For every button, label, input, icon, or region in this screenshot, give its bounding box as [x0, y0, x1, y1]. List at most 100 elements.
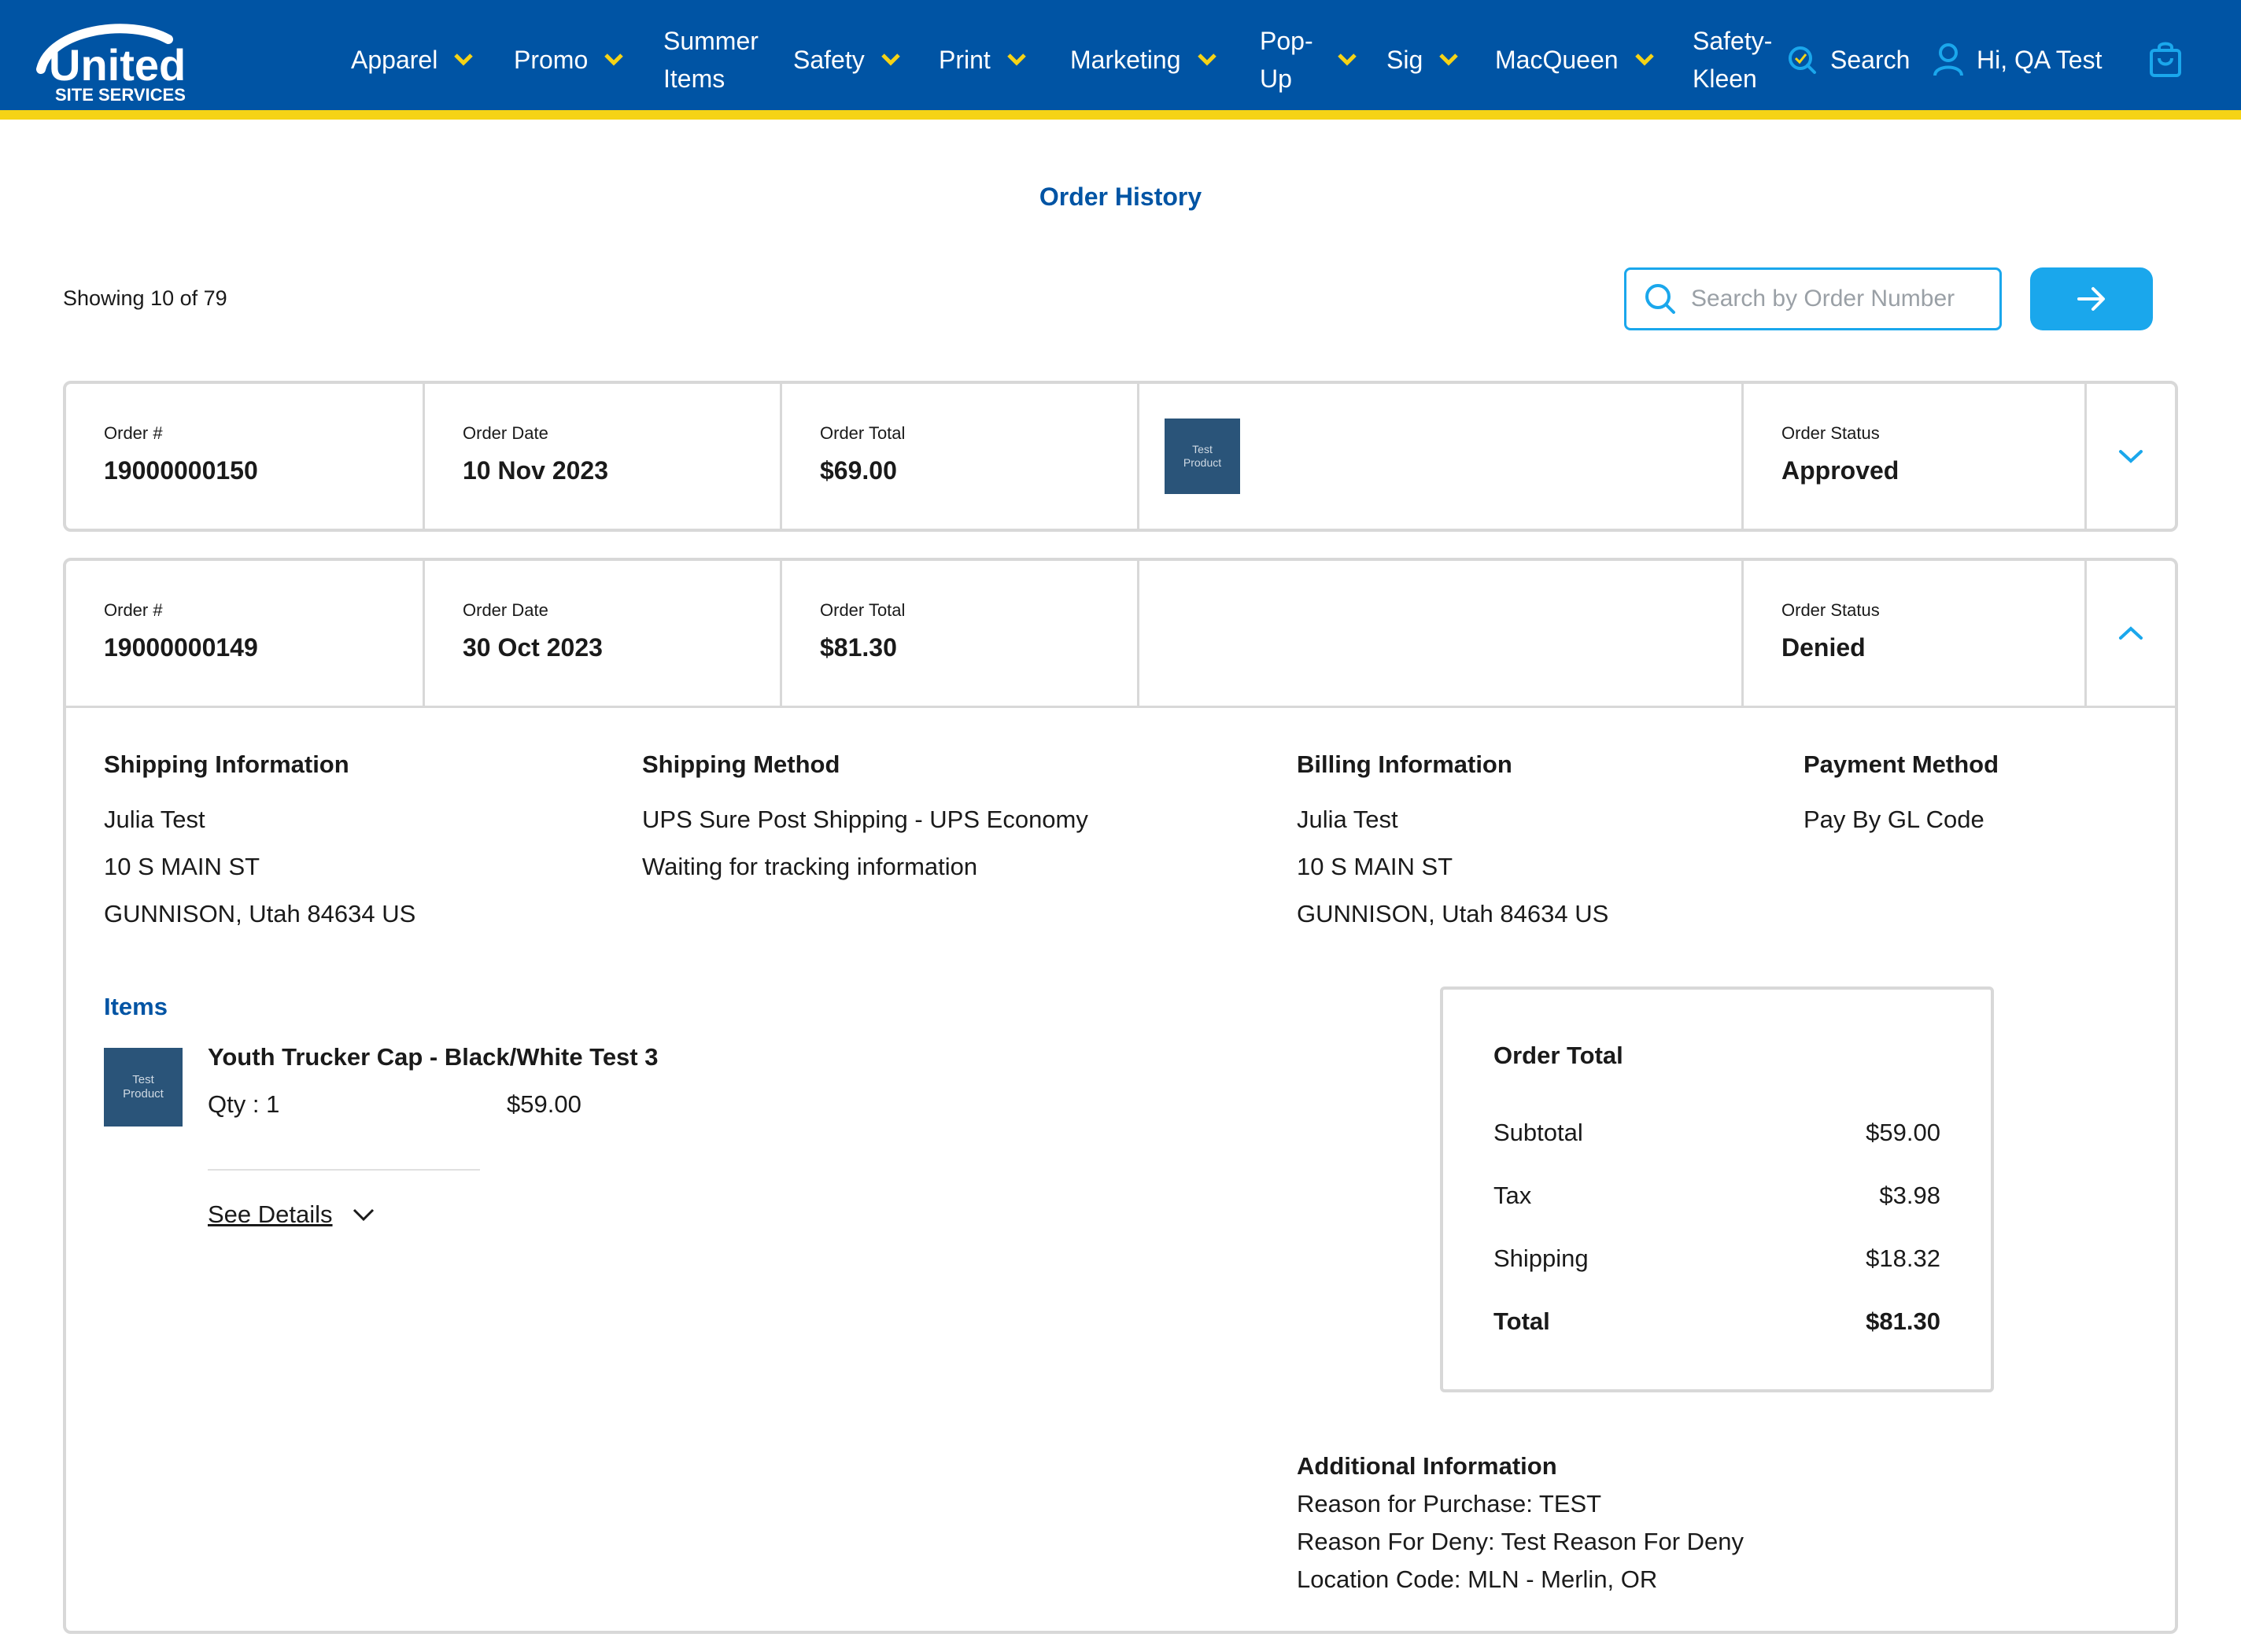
order-total-cell: Order Total $69.00: [782, 384, 1139, 529]
united-logo[interactable]: United SITE SERVICES: [35, 20, 216, 109]
order-total-summary: Order Total Subtotal $59.00 Tax $3.98 Sh…: [1440, 986, 1994, 1392]
billing-info-heading: Billing Information: [1297, 750, 1512, 778]
nav-item-safety-kleen[interactable]: Safety- Kleen: [1693, 0, 1772, 120]
thumb-text: Product: [123, 1087, 164, 1101]
location-code: Location Code: MLN - Merlin, OR: [1297, 1565, 1658, 1593]
logo-subtitle: SITE SERVICES: [55, 85, 186, 105]
order-number-cell: Order # 19000000150: [66, 384, 425, 529]
order-number-cell: Order # 19000000149: [66, 561, 425, 706]
order-status: Denied: [1781, 633, 1866, 662]
order-total-label: Order Total: [820, 423, 906, 443]
item-name[interactable]: Youth Trucker Cap - Black/White Test 3: [208, 1043, 658, 1071]
order-number-label: Order #: [104, 600, 163, 620]
collapse-order-button[interactable]: [2087, 561, 2175, 706]
order-total-label: Order Total: [820, 600, 906, 620]
order-status-cell: Order Status Approved: [1744, 384, 2087, 529]
order-card: Order # 19000000149 Order Date 30 Oct 20…: [63, 558, 2178, 1634]
order-number-label: Order #: [104, 423, 163, 443]
page-title: Order History: [1039, 183, 1202, 211]
billing-city: GUNNISON, Utah 84634 US: [1297, 900, 1609, 927]
nav-item-label-line1: Summer: [663, 27, 759, 55]
tax-label: Tax: [1493, 1182, 1532, 1209]
tax-value: $3.98: [1879, 1182, 1940, 1209]
order-total: $69.00: [820, 456, 897, 485]
nav-item-safety[interactable]: Safety: [793, 0, 901, 120]
search-icon: [1645, 284, 1675, 314]
order-search-field[interactable]: [1624, 267, 2002, 330]
shipping-info-heading: Shipping Information: [104, 750, 349, 778]
billing-name: Julia Test: [1297, 806, 1398, 833]
expand-order-button[interactable]: [2087, 384, 2175, 529]
order-search-input[interactable]: [1691, 286, 1990, 312]
items-heading: Items: [104, 993, 168, 1020]
tax-row: Tax $3.98: [1493, 1182, 1940, 1210]
nav-item-marketing[interactable]: Marketing: [1070, 0, 1217, 120]
nav-item-promo[interactable]: Promo: [514, 0, 624, 120]
order-number: 19000000150: [104, 456, 258, 485]
product-thumbnail[interactable]: Test Product: [1165, 419, 1240, 494]
order-total: $81.30: [820, 633, 897, 662]
shipping-method-heading: Shipping Method: [642, 750, 840, 778]
order-date-label: Order Date: [463, 600, 548, 620]
product-thumbnail[interactable]: Test Product: [104, 1048, 183, 1127]
shipping-street: 10 S MAIN ST: [104, 853, 260, 880]
reason-for-purchase: Reason for Purchase: TEST: [1297, 1490, 1602, 1517]
payment-method: Pay By GL Code: [1804, 806, 1984, 833]
chevron-down-icon: [1007, 53, 1026, 66]
shipping-method: UPS Sure Post Shipping - UPS Economy: [642, 806, 1088, 833]
nav-item-summer-items[interactable]: Summer Items: [663, 0, 759, 120]
order-status-label: Order Status: [1781, 423, 1880, 443]
search-submit-button[interactable]: [2030, 267, 2153, 330]
order-date-cell: Order Date 10 Nov 2023: [425, 384, 782, 529]
nav-item-label: Marketing: [1070, 46, 1181, 74]
thumb-text: Test: [132, 1073, 154, 1086]
total-value: $81.30: [1866, 1307, 1940, 1335]
additional-information: Additional Information Reason for Purcha…: [1297, 1447, 1744, 1599]
nav-item-label-line2: Items: [663, 65, 725, 93]
item-quantity: Qty : 1: [208, 1090, 280, 1118]
nav-item-label: Sig: [1386, 46, 1423, 74]
order-details-panel: Shipping Information Julia Test 10 S MAI…: [66, 706, 2175, 1631]
nav-item-label-line1: Pop-: [1260, 27, 1313, 55]
subtotal-value: $59.00: [1866, 1119, 1940, 1146]
item-divider: [208, 1169, 480, 1171]
billing-street: 10 S MAIN ST: [1297, 853, 1453, 880]
nav-item-sig[interactable]: Sig: [1386, 0, 1459, 120]
item-price: $59.00: [507, 1090, 581, 1118]
user-icon: [1933, 43, 1963, 76]
results-count: Showing 10 of 79: [63, 286, 227, 310]
chevron-down-icon: [454, 53, 474, 66]
shipping-city: GUNNISON, Utah 84634 US: [104, 900, 416, 927]
nav-account-label: Hi, QA Test: [1977, 45, 2103, 74]
shipping-row: Shipping $18.32: [1493, 1245, 1940, 1273]
order-date: 10 Nov 2023: [463, 456, 609, 485]
order-status: Approved: [1781, 456, 1899, 485]
nav-cart-link[interactable]: [2148, 0, 2195, 120]
nav-search-label: Search: [1830, 45, 1911, 74]
nav-item-label: Promo: [514, 46, 589, 74]
nav-account-link[interactable]: Hi, QA Test: [1933, 0, 2102, 120]
see-details-toggle[interactable]: See Details: [208, 1200, 375, 1229]
order-date-cell: Order Date 30 Oct 2023: [425, 561, 782, 706]
additional-info-heading: Additional Information: [1297, 1452, 1557, 1480]
chevron-down-icon: [2119, 450, 2143, 463]
cart-icon: [2150, 42, 2181, 77]
shipping-label: Shipping: [1493, 1245, 1589, 1272]
top-navigation-bar: United SITE SERVICES Apparel Promo Summe…: [0, 0, 2241, 120]
order-products-cell: Test Product: [1139, 384, 1744, 529]
thumb-text: Test: [1192, 443, 1213, 455]
thumb-text: Product: [1183, 456, 1222, 469]
order-card: Order # 19000000150 Order Date 10 Nov 20…: [63, 381, 2178, 532]
chevron-up-icon: [2119, 626, 2143, 640]
arrow-right-icon: [2077, 287, 2105, 311]
nav-item-print[interactable]: Print: [939, 0, 1027, 120]
order-total-heading: Order Total: [1493, 1042, 1623, 1069]
chevron-down-icon: [1439, 53, 1459, 66]
search-icon: [1789, 46, 1816, 74]
nav-item-pop-up[interactable]: Pop- Up: [1260, 0, 1357, 120]
nav-item-apparel[interactable]: Apparel: [351, 0, 474, 120]
nav-search-link[interactable]: Search: [1786, 0, 1910, 120]
order-summary-row: Order # 19000000150 Order Date 10 Nov 20…: [66, 384, 2175, 529]
nav-item-label-line2: Kleen: [1693, 65, 1757, 93]
nav-item-macqueen[interactable]: MacQueen: [1495, 0, 1655, 120]
